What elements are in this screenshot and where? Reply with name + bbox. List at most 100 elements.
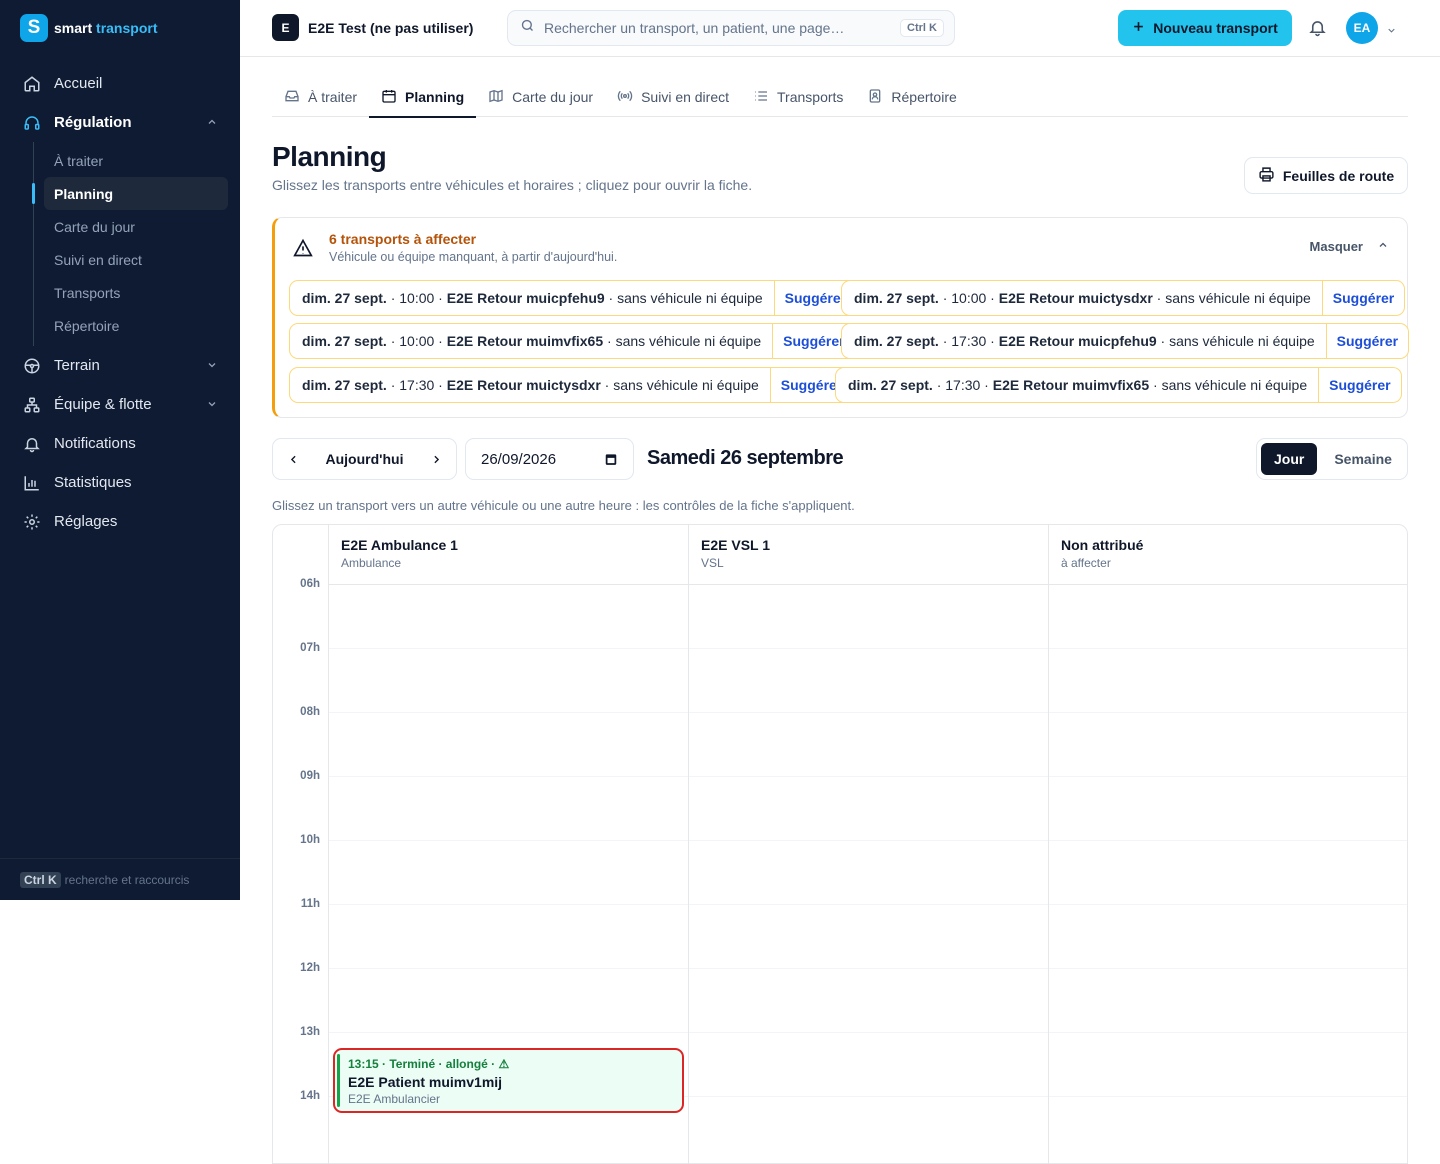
unassigned-item[interactable]: dim. 27 sept. · 17:30 · E2E Retour muicp… — [841, 323, 1410, 359]
chevron-left-icon[interactable] — [273, 439, 313, 479]
tab-label: Transports — [777, 89, 844, 105]
chevron-right-icon[interactable] — [416, 439, 456, 479]
unassigned-item-text: dim. 27 sept. · 17:30 · E2E Retour muict… — [302, 377, 759, 393]
transport-event-card[interactable]: 13:15 · Terminé · allongé · ⚠ E2E Patien… — [333, 1048, 684, 1113]
suggest-button[interactable]: Suggérer — [1325, 324, 1408, 358]
column-type: à affecter — [1061, 556, 1111, 570]
contact-icon — [867, 88, 883, 107]
warning-icon — [293, 238, 313, 263]
regulation-tabs: À traiter Planning Carte du jour Suivi e… — [272, 77, 1408, 118]
global-search[interactable]: Ctrl K — [507, 10, 955, 46]
view-toggle: Jour Semaine — [1256, 438, 1408, 480]
roadsheets-label: Feuilles de route — [1282, 167, 1395, 184]
org-icon — [22, 395, 42, 415]
tab-a-traiter[interactable]: À traiter — [272, 77, 369, 117]
notifications-bell-icon[interactable] — [1308, 18, 1327, 42]
steering-icon — [22, 356, 42, 376]
sidebar: S smart transport Accueil Régulation À t… — [0, 0, 240, 900]
tab-planning[interactable]: Planning — [369, 77, 477, 118]
unassigned-item-text: dim. 27 sept. · 17:30 · E2E Retour muicp… — [854, 333, 1315, 349]
sidebar-item-notifications[interactable]: Notifications — [12, 424, 228, 463]
roadsheets-button[interactable]: Feuilles de route — [1244, 157, 1408, 194]
sidebar-item-statistiques[interactable]: Statistiques — [12, 463, 228, 502]
chart-icon — [22, 473, 42, 493]
new-transport-label: Nouveau transport — [1153, 20, 1278, 36]
new-transport-button[interactable]: Nouveau transport — [1118, 10, 1292, 46]
sidebar-item-equipe-flotte[interactable]: Équipe & flotte — [12, 385, 228, 424]
chevron-down-icon[interactable] — [1386, 23, 1397, 41]
column-header: E2E VSL 1 VSL — [689, 525, 1048, 585]
headset-icon — [22, 113, 42, 133]
unassigned-column[interactable]: Non attribué à affecter — [1049, 525, 1407, 1163]
view-day-button[interactable]: Jour — [1261, 443, 1318, 475]
page-subtitle: Glissez les transports entre véhicules e… — [272, 177, 753, 193]
date-input[interactable]: 26/09/2026 — [465, 438, 634, 480]
hour-label: 09h — [300, 770, 320, 782]
broadcast-icon — [617, 88, 633, 107]
search-input[interactable] — [544, 20, 884, 36]
sidebar-item-label: Terrain — [54, 357, 100, 374]
hide-label: Masquer — [1309, 239, 1363, 254]
tab-repertoire[interactable]: Répertoire — [855, 77, 968, 117]
calendar-icon[interactable] — [604, 452, 618, 470]
sidebar-subitem-suivi-en-direct[interactable]: Suivi en direct — [34, 243, 228, 276]
sidebar-item-accueil[interactable]: Accueil — [12, 64, 228, 103]
sidebar-item-reglages[interactable]: Réglages — [12, 502, 228, 541]
hide-alert-button[interactable]: Masquer — [1310, 239, 1389, 254]
brand-logo[interactable]: S smart transport — [20, 14, 157, 42]
suggest-button[interactable]: Suggérer — [1321, 281, 1404, 315]
unassigned-item[interactable]: dim. 27 sept. · 17:30 · E2E Retour muict… — [289, 367, 854, 403]
printer-icon — [1258, 166, 1275, 186]
hour-label: 14h — [300, 1090, 320, 1102]
vehicle-column[interactable]: E2E VSL 1 VSL — [689, 525, 1049, 1163]
sidebar-item-label: Notifications — [54, 435, 136, 452]
suggest-button[interactable]: Suggérer — [1318, 368, 1400, 402]
tab-label: Répertoire — [891, 89, 957, 105]
today-button[interactable]: Aujourd'hui — [313, 451, 416, 467]
top-bar: E E2E Test (ne pas utiliser) Ctrl K Nouv… — [240, 0, 1440, 57]
page-title: Planning — [272, 141, 387, 172]
column-header: Non attribué à affecter — [1049, 525, 1407, 585]
tab-label: Planning — [405, 89, 465, 105]
sidebar-subitem-planning[interactable]: Planning — [32, 177, 228, 210]
avatar[interactable]: EA — [1346, 12, 1378, 44]
org-switcher[interactable]: E E2E Test (ne pas utiliser) — [272, 14, 473, 41]
inbox-icon — [284, 88, 300, 107]
view-week-button[interactable]: Semaine — [1321, 443, 1405, 475]
tab-suivi-en-direct[interactable]: Suivi en direct — [605, 77, 741, 117]
unassigned-item[interactable]: dim. 27 sept. · 10:00 · E2E Retour muimv… — [289, 323, 856, 359]
tab-label: Suivi en direct — [641, 89, 730, 105]
unassigned-item[interactable]: dim. 27 sept. · 10:00 · E2E Retour muicp… — [289, 280, 858, 316]
sidebar-subitem-a-traiter[interactable]: À traiter — [34, 144, 228, 177]
tab-label: À traiter — [308, 89, 358, 105]
sidebar-item-terrain[interactable]: Terrain — [12, 346, 228, 385]
unassigned-item-text: dim. 27 sept. · 10:00 · E2E Retour muict… — [854, 290, 1311, 306]
regulation-submenu: À traiter Planning Carte du jour Suivi e… — [32, 142, 228, 346]
main-nav: Accueil Régulation À traiter Planning Ca… — [12, 64, 228, 541]
sidebar-subitem-transports[interactable]: Transports — [34, 276, 228, 309]
sidebar-item-label: Statistiques — [54, 474, 132, 491]
unassigned-item[interactable]: dim. 27 sept. · 10:00 · E2E Retour muict… — [841, 280, 1406, 316]
hour-label: 10h — [300, 834, 320, 846]
event-patient: E2E Patient muimv1mij — [348, 1074, 503, 1090]
chevron-up-icon — [1377, 239, 1389, 254]
hour-label: 07h — [300, 642, 320, 654]
sidebar-subitem-carte-du-jour[interactable]: Carte du jour — [34, 210, 228, 243]
hour-label: 08h — [300, 706, 320, 718]
event-header: 13:15 · Terminé · allongé · ⚠ — [348, 1057, 510, 1071]
vehicle-column[interactable]: E2E Ambulance 1 Ambulance 13:15 · Termin… — [329, 525, 689, 1163]
hour-label: 13h — [300, 1026, 320, 1038]
sidebar-item-label: Réglages — [54, 513, 118, 530]
sidebar-item-regulation[interactable]: Régulation — [12, 103, 228, 142]
tab-carte-du-jour[interactable]: Carte du jour — [476, 77, 605, 117]
sidebar-subitem-repertoire[interactable]: Répertoire — [34, 309, 228, 342]
sidebar-item-label: Équipe & flotte — [54, 396, 152, 413]
shortcut-kbd: Ctrl K — [20, 871, 61, 888]
tab-transports[interactable]: Transports — [741, 77, 855, 117]
unassigned-item[interactable]: dim. 27 sept. · 17:30 · E2E Retour muimv… — [835, 367, 1402, 403]
search-shortcut: Ctrl K — [900, 19, 944, 37]
search-icon — [520, 18, 535, 38]
brand-name: smart transport — [54, 20, 158, 36]
unassigned-item-text: dim. 27 sept. · 10:00 · E2E Retour muicp… — [302, 290, 763, 306]
alert-title: 6 transports à affecter — [329, 231, 477, 247]
